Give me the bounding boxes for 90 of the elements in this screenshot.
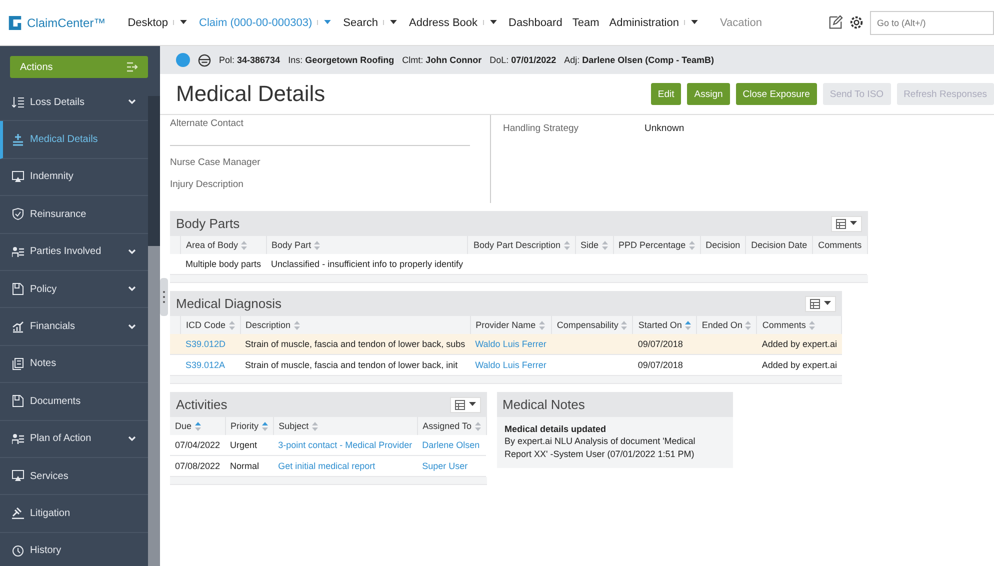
- claim-info-text: Clmt: John Connor: [402, 55, 482, 65]
- column-header[interactable]: Due: [175, 421, 192, 432]
- edit-icon[interactable]: [828, 15, 843, 30]
- panel-title: Body Parts: [176, 216, 240, 231]
- nav-tab[interactable]: Team: [572, 16, 600, 28]
- menu-item-icon: [12, 395, 24, 408]
- caret-icon: [850, 221, 857, 226]
- menu-item-icon: [12, 208, 24, 220]
- claim-info-text: Pol: 34-386734: [219, 55, 280, 65]
- claim-icon: [198, 54, 211, 66]
- table-cell: Added by expert.ai: [762, 360, 837, 370]
- table-cell: Normal: [230, 461, 260, 472]
- note-text: By expert.ai NLU Analysis of document 'Medical Report XX' -System User (07/01/2022 1:51 PM): [504, 435, 696, 460]
- logo-icon: [8, 14, 22, 30]
- table-cell: Unclassified - insufficient info to properly identify: [271, 259, 463, 270]
- table-link[interactable]: Waldo Luis Ferrer: [475, 360, 546, 370]
- caret-icon: [468, 402, 476, 408]
- column-header[interactable]: Subject: [278, 421, 309, 432]
- column-picker-button[interactable]: [450, 396, 480, 413]
- settings-icon[interactable]: [849, 15, 864, 30]
- field-label: Handling Strategy: [503, 123, 579, 134]
- table-link[interactable]: Darlene Olsen: [422, 440, 480, 450]
- chevron-down-icon[interactable]: [128, 99, 136, 106]
- menu-item-icon: [12, 507, 24, 520]
- menu-item-icon: [12, 283, 24, 296]
- scrollbar[interactable]: [148, 96, 160, 566]
- table-cell: Multiple body parts: [186, 259, 262, 270]
- dropdown-caret-icon[interactable]: [173, 20, 190, 25]
- nav-tab[interactable]: Search: [343, 16, 378, 28]
- panel-title: Medical Notes: [502, 397, 585, 412]
- sort-icon[interactable]: [684, 321, 691, 330]
- sort-icon[interactable]: [194, 422, 201, 432]
- field-label: Alternate Contact: [170, 118, 470, 146]
- note-heading: Medical details updated: [504, 423, 608, 436]
- page-title: Medical Details: [176, 81, 326, 107]
- table-cell: 09/07/2018: [638, 339, 683, 350]
- menu-item-icon: [12, 358, 24, 370]
- dropdown-caret-icon[interactable]: [482, 20, 499, 25]
- table-link[interactable]: S39.012A: [186, 360, 226, 370]
- table-cell: 07/04/2022: [175, 440, 220, 450]
- chevron-down-icon[interactable]: [128, 436, 136, 442]
- caret-icon: [824, 301, 832, 306]
- menu-item-icon: [12, 470, 24, 482]
- grid-icon: [454, 400, 464, 410]
- menu-arrow-icon: [126, 62, 138, 72]
- panel-resize-handle[interactable]: [160, 278, 168, 316]
- dropdown-caret-icon[interactable]: [684, 20, 700, 25]
- status-dot: [176, 53, 190, 67]
- goto-field[interactable]: Go to (Alt+/): [870, 10, 994, 34]
- chevron-down-icon[interactable]: [128, 324, 136, 330]
- app-name: ClaimCenter™: [27, 16, 106, 30]
- table-cell: Added by expert.ai: [762, 339, 837, 350]
- table-cell: Strain of muscle, fascia and tendon of lower back, init: [245, 360, 458, 370]
- claim-info-text: Adj: Darlene Olsen (Comp - TeamB): [564, 55, 714, 65]
- menu-item-icon: [12, 544, 24, 557]
- menu-item-icon: [12, 134, 24, 146]
- field-label: Injury Description: [170, 179, 244, 190]
- table-link[interactable]: Super User: [422, 461, 468, 472]
- menu-item-icon: [12, 96, 24, 108]
- field-label: Nurse Case Manager: [170, 157, 262, 168]
- nav-tab[interactable]: Administration: [609, 16, 679, 28]
- column-picker-button[interactable]: [830, 216, 862, 232]
- claim-info-text: Ins: Georgetown Roofing: [288, 55, 394, 65]
- chevron-down-icon[interactable]: [128, 248, 136, 255]
- table-cell: Urgent: [230, 440, 258, 450]
- grid-icon: [810, 298, 820, 309]
- table-link[interactable]: Get initial medical report: [278, 461, 376, 472]
- table-cell: 09/07/2018: [638, 360, 683, 370]
- menu-item-icon: [12, 246, 24, 258]
- nav-tab[interactable]: Claim (000-00-000303): [199, 16, 312, 28]
- menu-item-icon: [12, 170, 24, 183]
- dropdown-caret-icon[interactable]: [383, 20, 400, 25]
- sort-icon[interactable]: [262, 422, 268, 432]
- nav-tab[interactable]: Desktop: [128, 16, 168, 28]
- panel-title: Activities: [176, 397, 228, 412]
- column-picker-button[interactable]: [805, 296, 836, 312]
- table-link[interactable]: 3-point contact - Medical Provider: [278, 440, 412, 450]
- table-cell: Strain of muscle, fascia and tendon of lower back, subs: [245, 339, 466, 350]
- chevron-down-icon[interactable]: [128, 286, 136, 292]
- menu-item-icon: [12, 432, 24, 445]
- nav-tab[interactable]: Address Book: [409, 16, 478, 28]
- claim-info-text: DoL: 07/01/2022: [490, 55, 556, 65]
- table-cell: 07/08/2022: [175, 461, 220, 472]
- column-header[interactable]: Body Part: [272, 240, 312, 250]
- field-value: Unknown: [644, 123, 684, 134]
- nav-tab[interactable]: Dashboard: [508, 16, 562, 28]
- column-header[interactable]: Description: [246, 320, 291, 330]
- panel-title: Medical Diagnosis: [176, 296, 282, 312]
- grid-icon: [836, 218, 846, 228]
- menu-item-icon: [12, 320, 24, 333]
